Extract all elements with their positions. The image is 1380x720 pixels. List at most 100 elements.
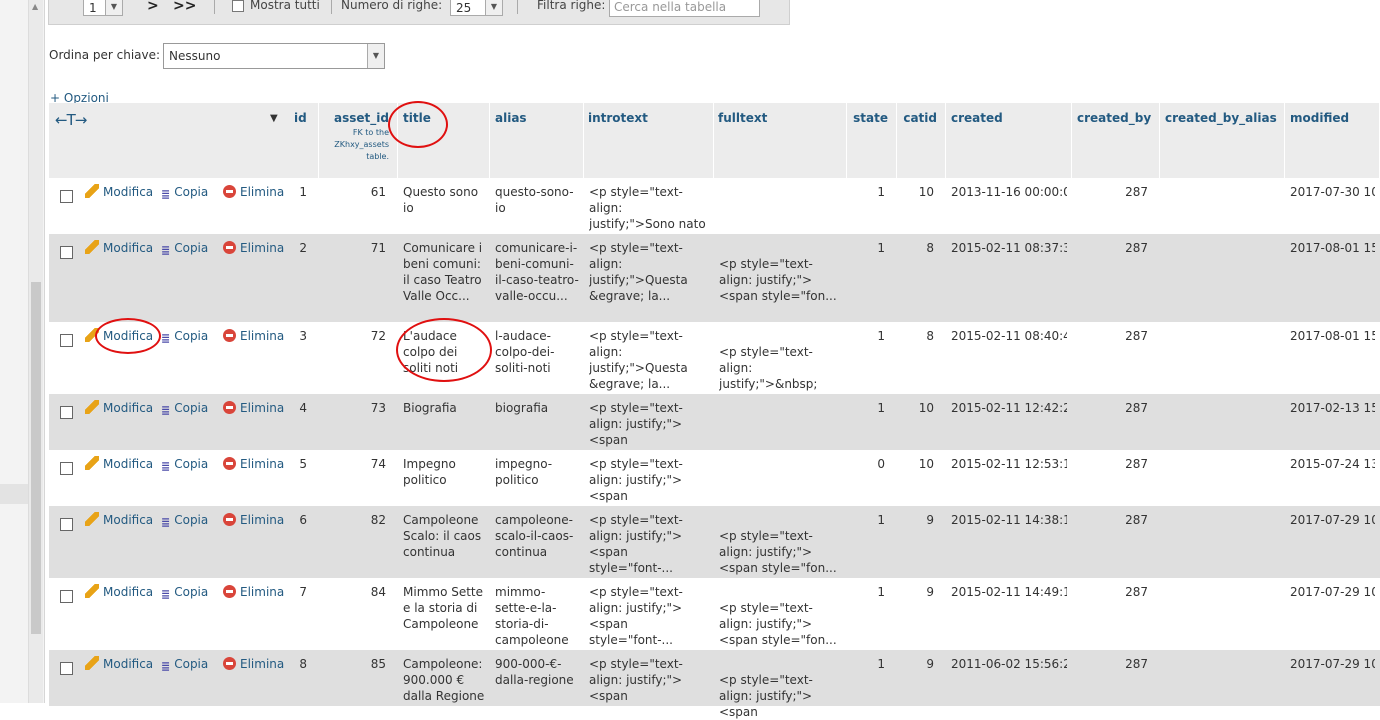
delete-link[interactable]: Elimina [223,240,284,256]
header-state[interactable]: state [847,103,897,178]
header-introtext[interactable]: introtext [584,103,714,178]
row-checkbox[interactable] [60,662,73,675]
table-row: Modifica ≣ Copia Elimina 8 85 Campoleone: 900.… [49,650,1380,719]
cell-title: Biografia [403,401,457,415]
delete-link[interactable]: Elimina [223,328,284,344]
sort-down-icon[interactable]: ▼ [270,113,278,124]
delete-link[interactable]: Elimina [223,400,284,416]
cell-created-by-alias [1165,584,1280,648]
copy-label: Copia [174,513,209,527]
delete-link[interactable]: Elimina [223,512,284,528]
cell-created: 2015-02-11 08:40:47 [951,329,1067,343]
row-checkbox[interactable] [60,190,73,203]
copy-link[interactable]: ≣ Copia [161,184,208,201]
cell-created-by-alias [1165,328,1280,392]
cell-alias: impegno-politico [495,457,553,487]
edit-link[interactable]: Modifica [85,240,153,256]
chevron-down-icon: ▼ [485,0,502,15]
header-created-label: created [951,111,1003,125]
header-catid[interactable]: catid [897,103,946,178]
header-modified[interactable]: modified [1285,103,1380,178]
copy-label: Copia [174,657,209,671]
delete-label: Elimina [240,657,285,671]
pencil-icon [85,400,99,414]
header-id[interactable]: id [288,103,319,178]
copy-link[interactable]: ≣ Copia [161,512,208,529]
header-title-label: title [403,111,431,125]
edit-link[interactable]: Modifica [85,584,153,600]
cell-state: 1 [877,657,885,671]
delete-label: Elimina [240,585,285,599]
copy-link[interactable]: ≣ Copia [161,328,208,345]
nav-scrollbar[interactable]: ▲ [28,0,43,703]
header-created[interactable]: created [946,103,1072,178]
delete-link[interactable]: Elimina [223,656,284,672]
delete-link[interactable]: Elimina [223,584,284,600]
header-created-by[interactable]: created_by [1072,103,1160,178]
delete-link[interactable]: Elimina [223,456,284,472]
edit-link[interactable]: Modifica [85,328,153,344]
pencil-icon [85,456,99,470]
edit-link[interactable]: Modifica [85,400,153,416]
copy-link[interactable]: ≣ Copia [161,240,208,257]
row-checkbox[interactable] [60,246,73,259]
cell-alias: l-audace-colpo-dei-soliti-noti [495,329,555,375]
page-select[interactable]: 1 ▼ [83,0,123,16]
copy-link[interactable]: ≣ Copia [161,456,208,473]
header-asset-id-label: asset_id [334,111,389,125]
row-checkbox[interactable] [60,334,73,347]
row-checkbox[interactable] [60,590,73,603]
last-page-button[interactable]: >> [173,0,196,14]
cell-created-by-alias [1165,400,1280,448]
edit-label: Modifica [103,241,154,255]
row-checkbox[interactable] [60,462,73,475]
scrollbar-thumb[interactable] [31,282,41,634]
edit-label: Modifica [103,657,154,671]
cell-created: 2011-06-02 15:56:26 [951,657,1067,671]
header-created-by-alias[interactable]: created_by_alias [1160,103,1285,178]
edit-link[interactable]: Modifica [85,656,153,672]
header-fulltext[interactable]: fulltext [714,103,847,178]
cell-catid: 10 [918,401,934,415]
copy-link[interactable]: ≣ Copia [161,656,208,673]
copy-icon: ≣ [161,332,171,345]
filter-input[interactable]: Cerca nella tabella [609,0,760,17]
chevron-down-icon: ▼ [105,0,122,15]
scroll-up-icon[interactable]: ▲ [32,2,38,11]
column-arrows-icon[interactable]: ←T→ [55,111,87,129]
cell-alias: 900-000-€-dalla-regione [495,657,574,687]
order-select[interactable]: Nessuno ▼ [163,43,385,69]
cell-modified: 2017-07-30 10:5 [1290,185,1375,199]
delete-icon [223,401,236,414]
header-asset-id[interactable]: asset_id FK to the ZKhxy_assets table. [319,103,398,178]
edit-label: Modifica [103,585,154,599]
cell-asset-id: 74 [370,457,386,471]
table-row: Modifica ≣ Copia Elimina 4 73 Biografia biograf… [49,394,1380,451]
edit-link[interactable]: Modifica [85,512,153,528]
next-page-button[interactable]: > [147,0,159,14]
cell-created-by-alias [1165,240,1280,320]
filter-placeholder: Cerca nella tabella [614,0,727,14]
header-created-by-alias-label: created_by_alias [1165,111,1277,125]
show-all-checkbox[interactable] [232,0,244,12]
header-title[interactable]: title [398,103,490,178]
edit-link[interactable]: Modifica [85,184,153,200]
cell-modified: 2017-07-29 10:4 [1290,585,1375,599]
copy-link[interactable]: ≣ Copia [161,584,208,601]
copy-link[interactable]: ≣ Copia [161,400,208,417]
delete-link[interactable]: Elimina [223,184,284,200]
cell-id: 6 [299,513,307,527]
delete-label: Elimina [240,513,285,527]
cell-modified: 2017-07-29 10:4 [1290,513,1375,527]
row-checkbox[interactable] [60,518,73,531]
header-alias[interactable]: alias [490,103,584,178]
pencil-icon [85,584,99,598]
cell-alias: campoleone-scalo-il-caos-continua [495,513,574,559]
cell-state: 1 [877,513,885,527]
edit-link[interactable]: Modifica [85,456,153,472]
cell-catid: 10 [918,185,934,199]
row-checkbox[interactable] [60,406,73,419]
cell-id: 3 [299,329,307,343]
cell-catid: 8 [926,329,934,343]
rows-select[interactable]: 25 ▼ [450,0,503,16]
